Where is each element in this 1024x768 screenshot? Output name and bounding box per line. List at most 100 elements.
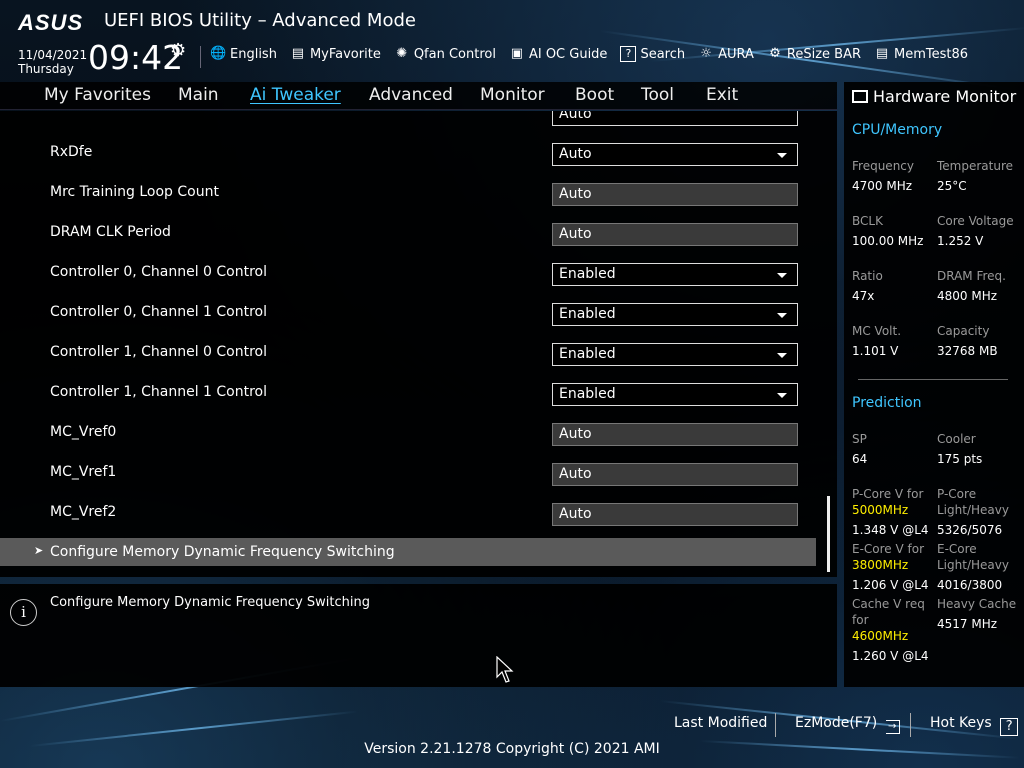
tab-exit[interactable]: Exit (706, 85, 738, 105)
tab-tool[interactable]: Tool (641, 85, 674, 105)
tab-ai-tweaker[interactable]: Ai Tweaker (250, 85, 341, 105)
help-question-icon: ? (1000, 718, 1019, 736)
hw-temperature: Temperature 25°C (937, 159, 1014, 193)
setting-input[interactable]: Auto (552, 183, 798, 206)
hw-mc-volt: MC Volt. 1.101 V (852, 324, 902, 358)
clock[interactable]: 09:42 (88, 38, 183, 77)
submenu-memory-dfs[interactable]: ➤ Configure Memory Dynamic Frequency Swi… (0, 538, 816, 566)
mouse-cursor-icon (496, 656, 514, 683)
help-text: Configure Memory Dynamic Frequency Switc… (50, 595, 370, 610)
setting-label: DRAM CLK Period (50, 224, 171, 240)
hw-sp: SP 64 (852, 432, 868, 466)
dropdown-caret-icon (777, 393, 787, 398)
hw-ratio: Ratio 47x (852, 269, 883, 303)
dropdown-caret-icon (777, 313, 787, 318)
footer-divider (910, 713, 911, 737)
tab-my-favorites[interactable]: My Favorites (44, 85, 151, 105)
hw-bclk: BCLK 100.00 MHz (852, 214, 924, 248)
tab-monitor[interactable]: Monitor (480, 85, 545, 105)
aura-button[interactable]: ☼ AURA (698, 46, 754, 62)
submenu-label: Configure Memory Dynamic Frequency Switc… (50, 544, 395, 560)
gear-icon[interactable]: ⚙ (170, 40, 186, 61)
setting-row-mc-vref1[interactable]: MC_Vref1 Auto (0, 463, 816, 504)
hardware-monitor-title: Hardware Monitor (852, 87, 1016, 106)
language-button[interactable]: 🌐 English (210, 46, 277, 62)
asus-logo: ASUS (18, 10, 84, 35)
resize-bar-icon: ⚙ (769, 46, 781, 61)
globe-icon: 🌐 (210, 46, 227, 61)
setting-dropdown[interactable]: Auto (552, 143, 798, 166)
tab-boot[interactable]: Boot (575, 85, 614, 105)
memory-icon: ▤ (875, 46, 889, 61)
setting-label: Mrc Training Loop Count (50, 184, 219, 200)
dropdown-caret-icon (777, 353, 787, 358)
setting-input[interactable]: Auto (552, 223, 798, 246)
hw-frequency: Frequency 4700 MHz (852, 159, 914, 193)
dropdown-caret-icon (777, 273, 787, 278)
setting-label: MC_Vref0 (50, 424, 117, 440)
top-bar: ASUS UEFI BIOS Utility – Advanced Mode 1… (0, 0, 1024, 82)
monitor-icon (852, 90, 868, 103)
info-icon: i (10, 599, 37, 626)
setting-value: Auto (559, 146, 592, 162)
tab-main[interactable]: Main (178, 85, 219, 105)
settings-scrollbar[interactable] (827, 496, 830, 572)
hot-keys-label: Hot Keys (930, 715, 992, 731)
memtest86-button[interactable]: ▤ MemTest86 (874, 46, 968, 62)
qfan-label: Qfan Control (413, 46, 496, 62)
setting-row-controller1-channel0[interactable]: Controller 1, Channel 0 Control Enabled (0, 343, 816, 384)
ezmode-button[interactable]: EzMode(F7) → (795, 715, 900, 734)
setting-row-mrc-training-loop-count[interactable]: Mrc Training Loop Count Auto (0, 183, 816, 224)
myfavorite-label: MyFavorite (309, 46, 381, 62)
search-button[interactable]: ? Search (620, 46, 685, 62)
setting-label: Controller 0, Channel 0 Control (50, 264, 268, 280)
setting-row-controller1-channel1[interactable]: Controller 1, Channel 1 Control Enabled (0, 383, 816, 424)
setting-label: RxDfe (50, 144, 93, 160)
hardware-monitor-title-text: Hardware Monitor (873, 87, 1017, 106)
setting-row-dram-clk-period[interactable]: DRAM CLK Period Auto (0, 223, 816, 264)
setting-row-rxdfe[interactable]: RxDfe Auto (0, 143, 816, 184)
ai-oc-guide-label: AI OC Guide (528, 46, 608, 62)
last-modified-button[interactable]: Last Modified (674, 715, 767, 731)
resize-bar-label: ReSize BAR (786, 46, 862, 62)
resize-bar-button[interactable]: ⚙ ReSize BAR (767, 46, 861, 62)
hw-ecore-light-heavy: E-Core Light/Heavy 4016/3800 (937, 542, 1009, 592)
language-label: English (230, 46, 277, 62)
setting-dropdown[interactable]: Enabled (552, 383, 798, 406)
setting-value: Enabled (559, 386, 616, 402)
hw-pcore-light-heavy: P-Core Light/Heavy 5326/5076 (937, 487, 1009, 537)
hw-pcore-v: P-Core V for 5000MHz 1.348 V @L4 (852, 487, 929, 537)
myfavorite-button[interactable]: ▤ MyFavorite (290, 46, 381, 62)
setting-label: Controller 1, Channel 0 Control (50, 344, 268, 360)
setting-row-controller0-channel1[interactable]: Controller 0, Channel 1 Control Enabled (0, 303, 816, 344)
fan-icon: ✺ (396, 46, 408, 61)
qfan-control-button[interactable]: ✺ Qfan Control (394, 46, 496, 62)
setting-row-mc-vref0[interactable]: MC_Vref0 Auto (0, 423, 816, 464)
setting-label: MC_Vref1 (50, 464, 117, 480)
dropdown-caret-icon (777, 153, 787, 158)
aura-light-icon: ☼ (700, 46, 712, 61)
toolbar-divider (200, 46, 201, 68)
hw-dram-freq: DRAM Freq. 4800 MHz (937, 269, 1006, 303)
date-display: 11/04/2021 Thursday (18, 48, 87, 76)
hot-keys-button[interactable]: Hot Keys ? (930, 715, 1019, 736)
setting-dropdown[interactable]: Enabled (552, 303, 798, 326)
setting-label: MC_Vref2 (50, 504, 117, 520)
setting-row-controller0-channel0[interactable]: Controller 0, Channel 0 Control Enabled (0, 263, 816, 304)
setting-dropdown[interactable]: Enabled (552, 343, 798, 366)
setting-input[interactable]: Auto (552, 503, 798, 526)
tab-advanced[interactable]: Advanced (369, 85, 453, 105)
memtest86-label: MemTest86 (894, 46, 969, 62)
ai-oc-guide-button[interactable]: ▣ AI OC Guide (509, 46, 608, 62)
date: 11/04/2021 (18, 48, 88, 62)
setting-input[interactable]: Auto (552, 463, 798, 486)
setting-dropdown[interactable]: Enabled (552, 263, 798, 286)
hw-divider (858, 379, 1008, 380)
settings-panel: Auto RxDfe Auto Mrc Training Loop Count … (0, 111, 837, 577)
prediction-section-title: Prediction (852, 395, 922, 411)
partial-setting-field[interactable]: Auto (552, 111, 798, 126)
setting-input[interactable]: Auto (552, 423, 798, 446)
bottom-bar: Last Modified EzMode(F7) → Hot Keys ? Ve… (0, 687, 1024, 768)
day: Thursday (18, 62, 74, 76)
setting-value: Enabled (559, 346, 616, 362)
